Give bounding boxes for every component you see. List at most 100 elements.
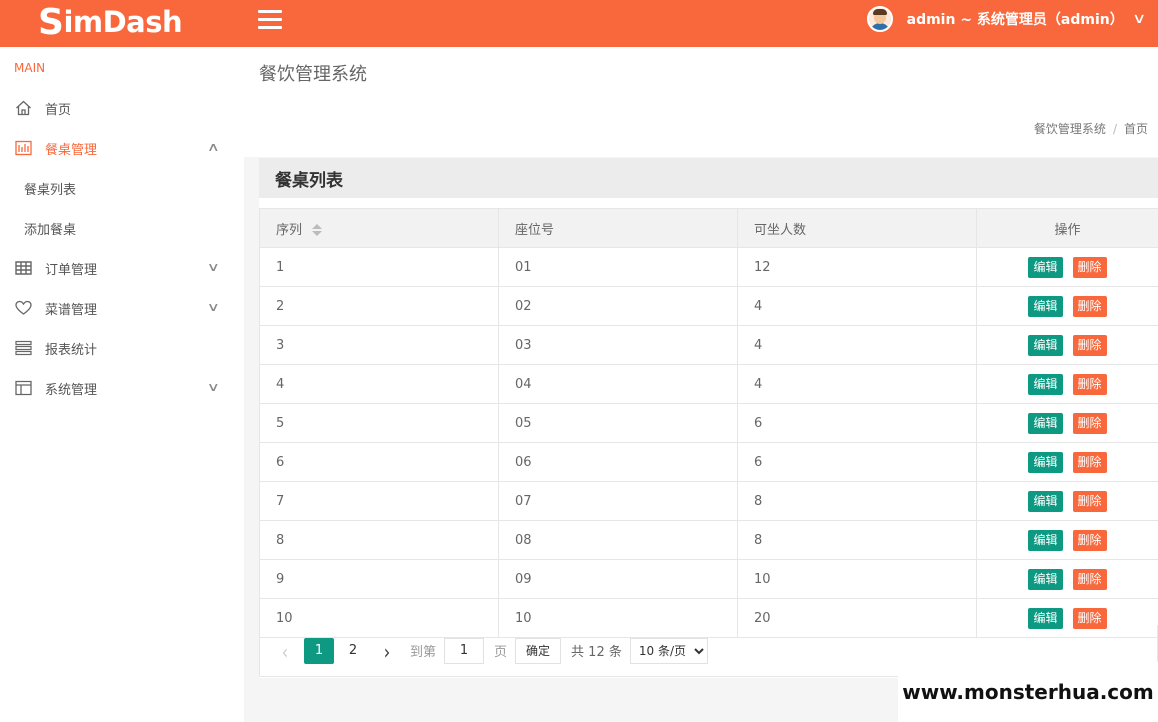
delete-button[interactable]: 删除 xyxy=(1072,373,1107,395)
total-count: 共 12 条 xyxy=(571,645,622,660)
cell-actions: 编辑 删除 xyxy=(976,442,1158,482)
table-list-card: 餐桌列表 序列 座位号 可坐人数 操作 1 01 12 编辑 删除 2 02 4 编辑 删除 3 03… xyxy=(259,158,1158,678)
user-menu[interactable]: admin ~ 系统管理员（admin） ∨ xyxy=(866,4,1147,34)
edit-button[interactable]: 编辑 xyxy=(1028,568,1063,590)
table-icon xyxy=(14,139,32,157)
cell-capacity: 12 xyxy=(737,247,977,287)
goto-confirm-button[interactable]: 确定 xyxy=(515,637,562,664)
cell-seat: 02 xyxy=(498,286,738,326)
cell-capacity: 4 xyxy=(737,325,977,365)
page-1-button[interactable]: 1 xyxy=(304,637,334,664)
cell-capacity: 8 xyxy=(737,481,977,521)
table-row: 4 04 4 编辑 删除 xyxy=(259,364,1158,404)
sidebar-item-reports[interactable]: 报表统计 xyxy=(0,328,244,368)
cell-index: 8 xyxy=(259,520,499,560)
cell-index: 6 xyxy=(259,442,499,482)
cell-index: 9 xyxy=(259,559,499,599)
top-header: SimDash admin ~ 系统管理员（admin） ∨ xyxy=(0,0,1158,47)
edit-button[interactable]: 编辑 xyxy=(1028,529,1063,551)
list-icon xyxy=(14,339,32,357)
chevron-down-icon: ∨ xyxy=(207,260,221,274)
table-row: 5 05 6 编辑 删除 xyxy=(259,403,1158,443)
cell-seat: 08 xyxy=(498,520,738,560)
cell-capacity: 6 xyxy=(737,403,977,443)
edit-button[interactable]: 编辑 xyxy=(1028,295,1063,317)
card-title: 餐桌列表 xyxy=(259,158,1158,198)
cell-seat: 05 xyxy=(498,403,738,443)
main-content: 餐饮管理系统 餐饮管理系统 / 首页 餐桌列表 序列 座位号 可坐人数 操作 1 01… xyxy=(244,47,1158,722)
sidebar-item-label: 报表统计 xyxy=(45,342,98,358)
cell-actions: 编辑 删除 xyxy=(976,364,1158,404)
tables-table: 序列 座位号 可坐人数 操作 1 01 12 编辑 删除 2 02 4 编辑 删除 3 03 4 编辑 删除… xyxy=(259,208,1158,638)
cell-actions: 编辑 删除 xyxy=(976,481,1158,521)
column-header-seat: 座位号 xyxy=(498,208,738,248)
delete-button[interactable]: 删除 xyxy=(1072,412,1107,434)
cell-index: 2 xyxy=(259,286,499,326)
cell-actions: 编辑 删除 xyxy=(976,247,1158,287)
app-logo[interactable]: SimDash xyxy=(38,1,183,43)
cell-index: 5 xyxy=(259,403,499,443)
delete-button[interactable]: 删除 xyxy=(1072,451,1107,473)
table-row: 3 03 4 编辑 删除 xyxy=(259,325,1158,365)
user-label: admin ~ 系统管理员（admin） xyxy=(906,12,1124,28)
edit-button[interactable]: 编辑 xyxy=(1028,256,1063,278)
sidebar-item-system[interactable]: 系统管理 ∨ xyxy=(0,368,244,408)
delete-button[interactable]: 删除 xyxy=(1072,256,1107,278)
delete-button[interactable]: 删除 xyxy=(1072,295,1107,317)
table-row: 6 06 6 编辑 删除 xyxy=(259,442,1158,482)
cell-index: 3 xyxy=(259,325,499,365)
cell-capacity: 6 xyxy=(737,442,977,482)
edit-button[interactable]: 编辑 xyxy=(1028,334,1063,356)
sort-icon[interactable] xyxy=(312,224,323,236)
page-title: 餐饮管理系统 xyxy=(259,64,367,85)
edit-button[interactable]: 编辑 xyxy=(1028,490,1063,512)
edit-button[interactable]: 编辑 xyxy=(1028,451,1063,473)
chevron-down-icon: ∨ xyxy=(207,380,221,394)
chevron-down-icon: ∨ xyxy=(1131,11,1147,27)
table-row: 9 09 10 编辑 删除 xyxy=(259,559,1158,599)
logo-text: imDash xyxy=(63,5,183,39)
column-header-actions: 操作 xyxy=(976,208,1158,248)
goto-suffix-label: 页 xyxy=(494,645,508,660)
logo-initial: S xyxy=(38,1,64,43)
table-row: 1 01 12 编辑 删除 xyxy=(259,247,1158,287)
cell-seat: 04 xyxy=(498,364,738,404)
delete-button[interactable]: 删除 xyxy=(1072,490,1107,512)
prev-page-icon[interactable]: ‹ xyxy=(270,634,300,668)
cell-seat: 09 xyxy=(498,559,738,599)
sidebar-item-home[interactable]: 首页 xyxy=(0,88,244,128)
page-2-button[interactable]: 2 xyxy=(338,638,368,664)
sidebar-item-menus[interactable]: 菜谱管理 ∨ xyxy=(0,288,244,328)
edit-button[interactable]: 编辑 xyxy=(1028,412,1063,434)
cell-index: 4 xyxy=(259,364,499,404)
delete-button[interactable]: 删除 xyxy=(1072,529,1107,551)
chevron-up-icon: ∧ xyxy=(207,140,221,154)
delete-button[interactable]: 删除 xyxy=(1072,568,1107,590)
cell-capacity: 4 xyxy=(737,364,977,404)
cell-capacity: 8 xyxy=(737,520,977,560)
chevron-down-icon: ∨ xyxy=(207,300,221,314)
cell-seat: 07 xyxy=(498,481,738,521)
goto-page-input[interactable] xyxy=(444,637,485,664)
cell-actions: 编辑 删除 xyxy=(976,286,1158,326)
sidebar-item-tables[interactable]: 餐桌管理 ∧ xyxy=(0,128,244,168)
home-icon xyxy=(14,99,32,117)
sidebar-subitem-add-table[interactable]: 添加餐桌 xyxy=(0,208,244,248)
cell-actions: 编辑 删除 xyxy=(976,325,1158,365)
watermark: www.monsterhua.com xyxy=(898,662,1158,722)
breadcrumb-item[interactable]: 餐饮管理系统 xyxy=(1034,122,1106,136)
edit-button[interactable]: 编辑 xyxy=(1028,373,1063,395)
page-size-select[interactable]: 10 条/页 xyxy=(629,637,708,664)
sidebar-item-label: 系统管理 xyxy=(45,382,98,398)
grid-icon xyxy=(14,259,32,277)
breadcrumb: 餐饮管理系统 / 首页 xyxy=(1033,122,1148,136)
sidebar-subitem-table-list[interactable]: 餐桌列表 xyxy=(0,168,244,208)
next-page-icon[interactable]: › xyxy=(372,634,402,668)
sidebar-item-label: 订单管理 xyxy=(45,262,98,278)
delete-button[interactable]: 删除 xyxy=(1072,334,1107,356)
menu-toggle-icon[interactable] xyxy=(258,10,282,32)
sidebar-item-orders[interactable]: 订单管理 ∨ xyxy=(0,248,244,288)
column-header-index[interactable]: 序列 xyxy=(259,208,499,248)
sidebar: MAIN 首页 餐桌管理 ∧ 餐桌列表 添加餐桌 订单管理 ∨ 菜谱管理 ∨ 报… xyxy=(0,47,244,722)
cell-capacity: 10 xyxy=(737,559,977,599)
